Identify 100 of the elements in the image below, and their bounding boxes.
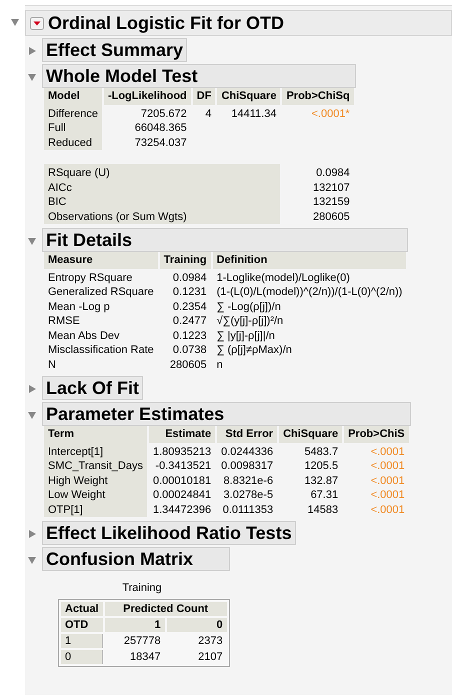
row-header: OTD bbox=[61, 618, 103, 632]
report-title: Ordinal Logistic Fit for OTD bbox=[48, 12, 284, 35]
table-cell: 0 bbox=[61, 650, 103, 664]
table-cell-text: 5483.7 bbox=[303, 444, 340, 459]
section-header[interactable]: Effect Summary bbox=[42, 38, 188, 62]
table-cell-text: 1.80935213 bbox=[152, 444, 212, 459]
collapse-triangle-icon[interactable] bbox=[27, 236, 37, 246]
expand-triangle-icon[interactable] bbox=[27, 384, 37, 394]
column-header: Estimate bbox=[148, 426, 216, 442]
table-cell-text: 0.2477 bbox=[172, 314, 208, 328]
table-cell-text: <.0001 bbox=[370, 488, 406, 502]
column-header: Predicted Count bbox=[104, 602, 227, 616]
column-header: 0 bbox=[166, 618, 227, 632]
table-cell-text: 132159 bbox=[312, 195, 351, 210]
column-header: Prob>ChiS bbox=[344, 426, 409, 442]
column-header: Measure bbox=[44, 252, 158, 268]
table-cell-text: <.0001 bbox=[370, 444, 406, 459]
table-cell-text: 0.1223 bbox=[172, 328, 208, 343]
column-header: 1 bbox=[104, 618, 165, 632]
table-cell: AICc bbox=[44, 180, 280, 195]
table-cell-text: 0.2354 bbox=[172, 300, 208, 314]
table-cell-text: Entropy RSquare bbox=[47, 270, 134, 285]
table-cell-text: N bbox=[47, 358, 57, 372]
table-cell-text: 0.0244336 bbox=[220, 444, 274, 459]
table-cell-text: 280605 bbox=[168, 358, 208, 372]
table-cell-text: (1-(L(0)/L(model))^(2/n))/(1-L(0)^(2/n)) bbox=[216, 285, 404, 300]
table-cell-text: 1205.5 bbox=[303, 459, 340, 474]
table-cell: 1 bbox=[61, 634, 103, 648]
column-header: ChiSquare bbox=[217, 88, 280, 104]
table-caption: Training bbox=[122, 582, 162, 594]
table-cell-text: 18347 bbox=[129, 650, 162, 664]
table-cell-text: Mean Abs Dev bbox=[47, 328, 121, 343]
table-cell-text: n bbox=[216, 358, 224, 372]
table-cell-text: 7205.672 bbox=[140, 106, 188, 121]
table-cell: OTP[1] bbox=[44, 502, 147, 517]
table-cell-text: Generalized RSquare bbox=[47, 285, 155, 300]
section-header[interactable]: Confusion Matrix bbox=[42, 547, 230, 571]
table-cell-text: 8.8321e-6 bbox=[222, 474, 274, 488]
expand-triangle-icon[interactable] bbox=[27, 46, 37, 56]
table-cell: Difference bbox=[44, 104, 102, 121]
table-cell-text: 66048.365 bbox=[134, 121, 188, 136]
table-cell: BIC bbox=[44, 195, 280, 210]
table-cell-text: 3.0278e-5 bbox=[222, 488, 274, 502]
column-header: Std Error bbox=[217, 426, 278, 442]
table-cell-text: 257778 bbox=[122, 634, 162, 648]
table-cell: Intercept[1] bbox=[44, 442, 147, 459]
table-cell-text: 0.00010181 bbox=[152, 474, 212, 488]
section-header[interactable]: Whole Model Test bbox=[42, 64, 356, 88]
table-cell-text: 4 bbox=[204, 106, 212, 121]
table-cell: Reduced bbox=[44, 136, 102, 150]
collapse-triangle-icon[interactable] bbox=[10, 17, 20, 27]
table-cell-text: -0.3413521 bbox=[154, 459, 212, 474]
table-cell-text: ∑ (ρ[j]≠ρMax)/n bbox=[216, 343, 293, 358]
table-cell-text: 14411.34 bbox=[230, 106, 278, 121]
table-cell-text: 280605 bbox=[312, 210, 351, 224]
table-cell-text: 0.0111353 bbox=[222, 502, 274, 517]
table-cell-text: 0.0738 bbox=[172, 343, 208, 358]
expand-triangle-icon[interactable] bbox=[27, 529, 37, 539]
table-cell-text: 67.31 bbox=[310, 488, 340, 502]
table-cell-text: 0.0098317 bbox=[220, 459, 274, 474]
table-cell-text: 0.0984 bbox=[315, 166, 351, 180]
column-header: Prob>ChiSq bbox=[282, 88, 354, 104]
section-header[interactable]: Lack Of Fit bbox=[42, 376, 144, 400]
column-header: Term bbox=[44, 426, 147, 442]
table-cell-text: 2107 bbox=[197, 650, 224, 664]
table-cell-text: √∑(y[j]-ρ[j])²/n bbox=[216, 314, 284, 328]
table-cell-text: Misclassification Rate bbox=[47, 343, 155, 358]
table-cell-text: ∑ -Log(ρ[j])/n bbox=[216, 300, 282, 314]
table-cell: SMC_Transit_Days bbox=[44, 459, 147, 474]
dropdown-menu-icon[interactable] bbox=[30, 16, 44, 30]
column-header: ChiSquare bbox=[279, 426, 342, 442]
column-header: Definition bbox=[212, 252, 406, 268]
table-cell-text: 0.00024841 bbox=[152, 488, 212, 502]
table-cell-text: 0.0984 bbox=[172, 270, 208, 285]
table-cell-text: <.0001* bbox=[310, 106, 351, 121]
table-cell-text: ∑ |y[j]-ρ[j]|/n bbox=[216, 328, 276, 343]
column-header: Actual bbox=[61, 602, 103, 616]
table-cell: RSquare (U) bbox=[44, 164, 280, 180]
table-cell: High Weight bbox=[44, 474, 147, 488]
section-header[interactable]: Fit Details bbox=[42, 228, 408, 252]
section-header[interactable]: Effect Likelihood Ratio Tests bbox=[42, 521, 296, 545]
table-cell-text: 132107 bbox=[312, 180, 351, 195]
table-cell-text: <.0001 bbox=[370, 459, 406, 474]
table-cell-text: RMSE bbox=[47, 314, 81, 328]
column-header: Model bbox=[44, 88, 102, 104]
collapse-triangle-icon[interactable] bbox=[27, 555, 37, 565]
collapse-triangle-icon[interactable] bbox=[27, 72, 37, 82]
table-cell-text: <.0001 bbox=[370, 474, 406, 488]
table-cell-text: 132.87 bbox=[303, 474, 340, 488]
column-header: -LogLikelihood bbox=[104, 88, 191, 104]
table-cell-text: 1-Loglike(model)/Loglike(0) bbox=[216, 270, 351, 285]
table-cell: Observations (or Sum Wgts) bbox=[44, 210, 280, 224]
table-cell-text: 0.1231 bbox=[172, 285, 208, 300]
section-header[interactable]: Parameter Estimates bbox=[42, 402, 411, 426]
table-cell-text: 14583 bbox=[306, 502, 340, 517]
column-header: Training bbox=[160, 252, 211, 268]
table-cell-text: 73254.037 bbox=[134, 136, 188, 150]
table-cell: Low Weight bbox=[44, 488, 147, 502]
table-cell-text: 1.34472396 bbox=[152, 502, 212, 517]
collapse-triangle-icon[interactable] bbox=[27, 410, 37, 420]
